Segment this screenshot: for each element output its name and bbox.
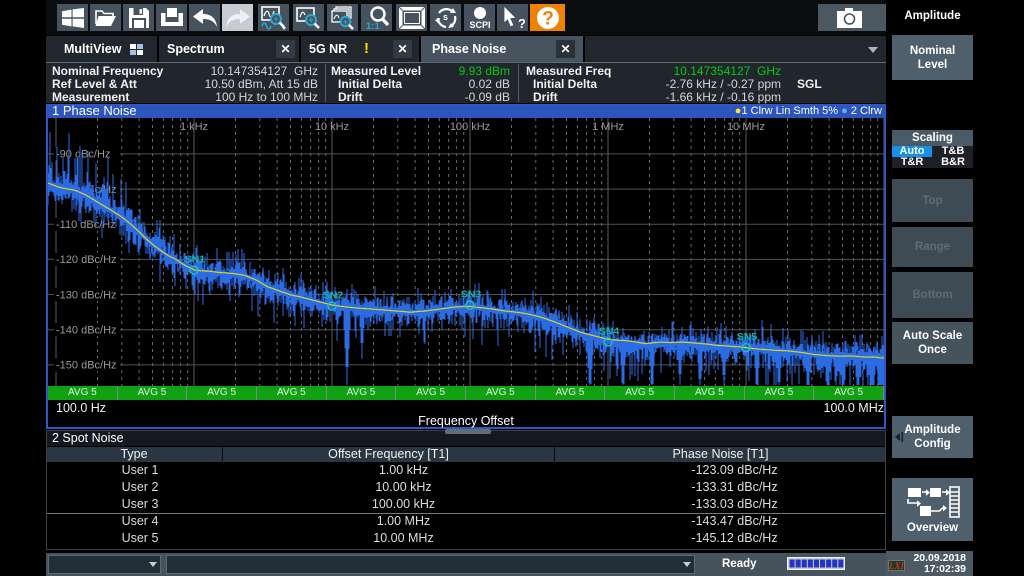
- svg-text:1 kHz: 1 kHz: [180, 121, 208, 133]
- svg-text:+: +: [308, 15, 314, 26]
- svg-text:1 MHz: 1 MHz: [592, 121, 624, 133]
- svg-text:SN3: SN3: [461, 289, 482, 301]
- svg-text:+: +: [342, 16, 347, 26]
- svg-text:10 MHz: 10 MHz: [727, 121, 765, 133]
- svg-text:10 kHz: 10 kHz: [315, 121, 349, 133]
- svg-text:SN2: SN2: [323, 290, 344, 302]
- svg-text:SN4: SN4: [599, 325, 620, 337]
- svg-text:-110 dBc/Hz: -110 dBc/Hz: [56, 219, 116, 231]
- svg-text:-90 dBc/Hz: -90 dBc/Hz: [56, 149, 110, 161]
- svg-text:?: ?: [518, 16, 525, 30]
- svg-text:s: s: [443, 12, 448, 22]
- svg-text:-120 dBc/Hz: -120 dBc/Hz: [56, 254, 117, 266]
- svg-text:+: +: [273, 14, 278, 24]
- svg-text:100 kHz: 100 kHz: [450, 121, 490, 133]
- svg-text:SN5: SN5: [737, 331, 758, 343]
- svg-text:?: ?: [542, 8, 554, 29]
- svg-text:-130 dBc/Hz: -130 dBc/Hz: [56, 289, 117, 301]
- svg-text:SN1: SN1: [185, 254, 206, 266]
- svg-text:-150 dBc/Hz: -150 dBc/Hz: [56, 360, 117, 372]
- svg-text:-140 dBc/Hz: -140 dBc/Hz: [56, 325, 117, 337]
- svg-text:SCPI: SCPI: [469, 20, 490, 30]
- svg-text:1:1: 1:1: [366, 21, 380, 30]
